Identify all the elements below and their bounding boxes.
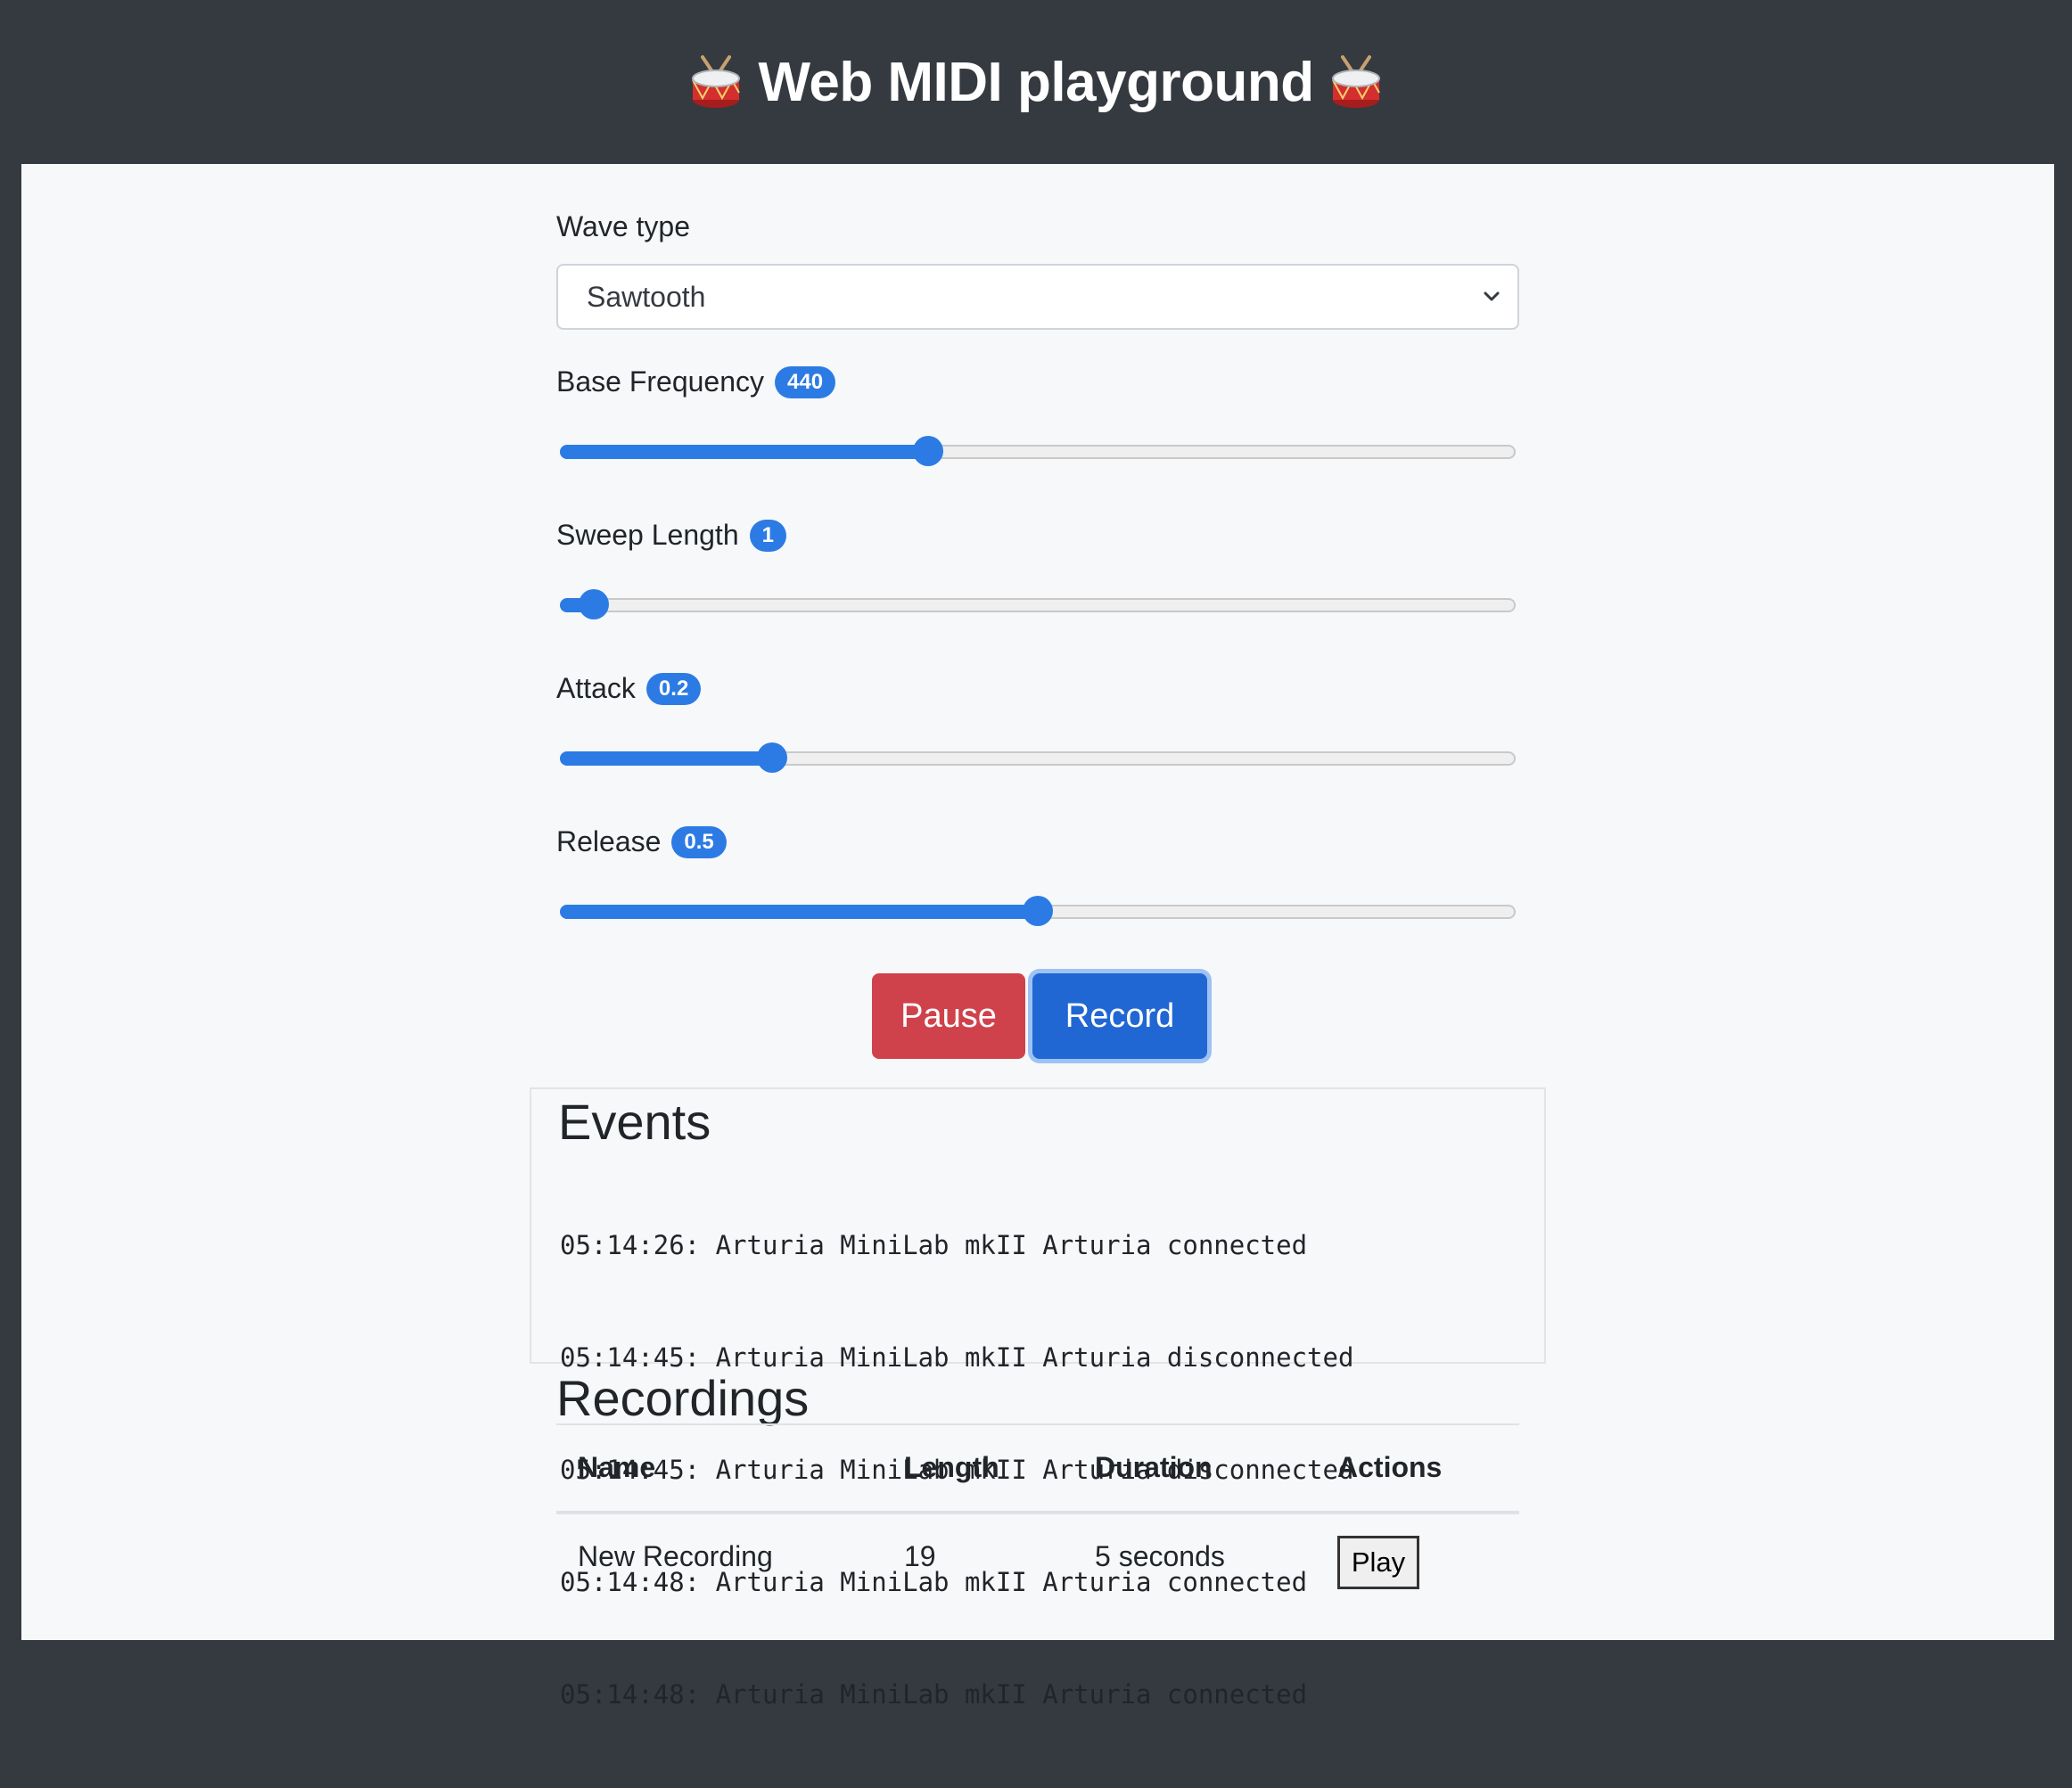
slider-thumb[interactable] [1023,896,1053,926]
column-header-duration: Duration [1095,1451,1213,1483]
play-button[interactable]: Play [1337,1536,1419,1589]
attack-label: Attack 0.2 [556,672,702,705]
slider-fill [560,445,928,459]
event-line: 05:14:26: Arturia MiniLab mkII Arturia c… [560,1230,1308,1260]
attack-badge: 0.2 [645,672,702,705]
wave-type-label-text: Wave type [556,210,690,242]
recording-name-cell: New Recording [578,1540,773,1572]
slider-thumb[interactable] [912,436,943,466]
sweep-length-slider[interactable] [556,586,1519,622]
pause-button[interactable]: Pause [872,973,1025,1059]
attack-label-text: Attack [556,672,636,704]
sweep-length-label: Sweep Length 1 [556,519,786,552]
page-title: Web MIDI playground [690,51,1381,114]
release-badge: 0.5 [671,825,727,858]
column-header-name: Name [578,1451,656,1483]
table-header-divider [556,1511,1519,1514]
app-header: Web MIDI playground [0,0,2072,164]
release-label-text: Release [556,825,662,857]
slider-fill [560,905,1038,919]
wave-type-label: Wave type [556,210,690,243]
release-label: Release 0.5 [556,825,727,858]
slider-fill [560,751,772,766]
events-title: Events [558,1094,711,1150]
drum-icon [692,55,741,108]
base-frequency-badge: 440 [775,365,836,398]
column-header-length: Length [904,1451,999,1483]
events-panel: Events 05:14:26: Arturia MiniLab mkII Ar… [530,1087,1546,1710]
base-frequency-slider[interactable] [556,433,1519,469]
slider-thumb[interactable] [578,589,609,619]
recordings-divider [556,1423,1519,1425]
sweep-length-badge: 1 [749,519,786,552]
wave-type-value: Sawtooth [587,280,706,313]
slider-track [560,598,1516,612]
base-frequency-label-text: Base Frequency [556,365,765,398]
wave-type-select[interactable]: Sawtooth [556,264,1519,330]
slider-thumb[interactable] [756,742,787,773]
recording-duration-cell: 5 seconds [1095,1540,1225,1572]
drum-icon [1331,55,1380,108]
attack-slider[interactable] [556,740,1519,775]
recording-length-cell: 19 [904,1540,936,1572]
base-frequency-label: Base Frequency 440 [556,365,836,398]
sweep-length-label-text: Sweep Length [556,519,739,551]
event-line: 05:14:48: Arturia MiniLab mkII Arturia c… [560,1679,1308,1710]
recordings-title: Recordings [556,1370,810,1426]
column-header-actions: Actions [1337,1451,1443,1483]
page-title-text: Web MIDI playground [758,51,1314,113]
release-slider[interactable] [556,893,1519,929]
chevron-down-icon [1484,291,1500,301]
record-button[interactable]: Record [1032,973,1207,1059]
